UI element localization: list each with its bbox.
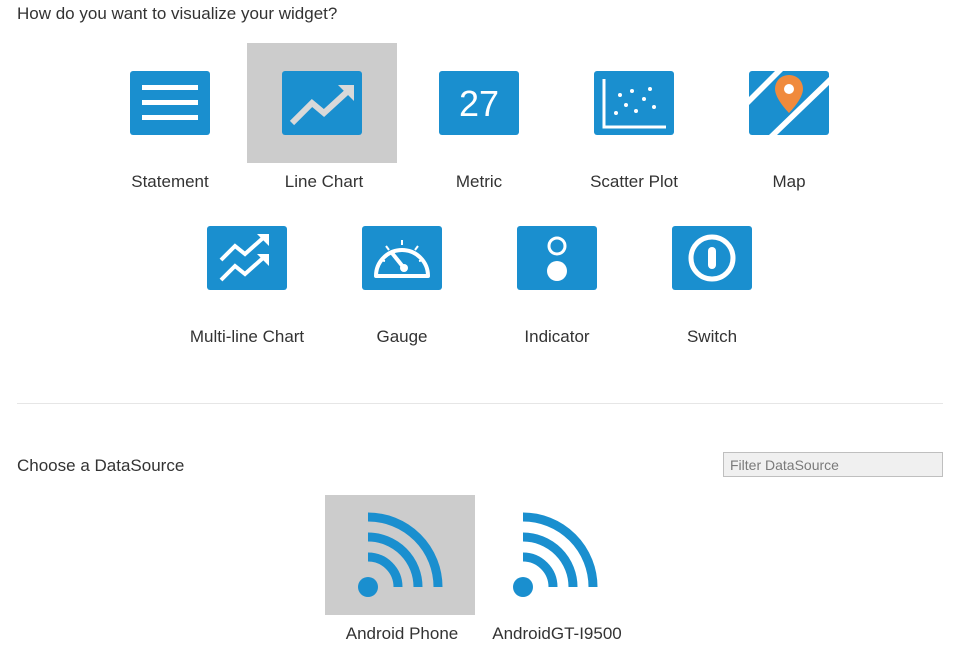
metric-icon-value: 27	[459, 83, 499, 124]
option-gauge[interactable]	[327, 198, 477, 318]
option-multi-line-chart[interactable]	[172, 198, 322, 318]
option-map[interactable]	[714, 43, 864, 163]
datasource-android-phone[interactable]	[325, 495, 475, 615]
wifi-signal-icon	[513, 512, 598, 597]
option-statement[interactable]	[95, 43, 245, 163]
line-chart-icon	[282, 71, 362, 135]
statement-icon	[130, 71, 210, 135]
option-metric[interactable]: 27	[404, 43, 554, 163]
section-divider	[17, 403, 943, 404]
metric-icon: 27	[439, 71, 519, 135]
visualize-heading: How do you want to visualize your widget…	[17, 4, 338, 23]
filter-datasource-input[interactable]	[723, 452, 943, 477]
datasource-androidgt-i9500-label: AndroidGT-I9500	[492, 624, 622, 643]
widget-wizard: How do you want to visualize your widget…	[0, 0, 964, 645]
wifi-signal-icon	[358, 512, 443, 597]
scatter-plot-icon	[594, 71, 674, 135]
option-scatter-plot[interactable]	[559, 43, 709, 163]
datasource-heading: Choose a DataSource	[17, 456, 185, 475]
option-indicator[interactable]	[482, 198, 632, 318]
switch-icon	[672, 226, 752, 290]
option-switch[interactable]	[637, 198, 787, 318]
indicator-icon	[517, 226, 597, 290]
datasource-androidgt-i9500[interactable]	[480, 495, 630, 615]
option-switch-label: Switch	[686, 327, 738, 346]
multi-line-chart-icon	[207, 226, 287, 290]
option-map-label: Map	[772, 172, 806, 191]
gauge-icon	[362, 226, 442, 290]
option-line-chart[interactable]	[247, 43, 397, 163]
map-icon	[749, 71, 829, 135]
